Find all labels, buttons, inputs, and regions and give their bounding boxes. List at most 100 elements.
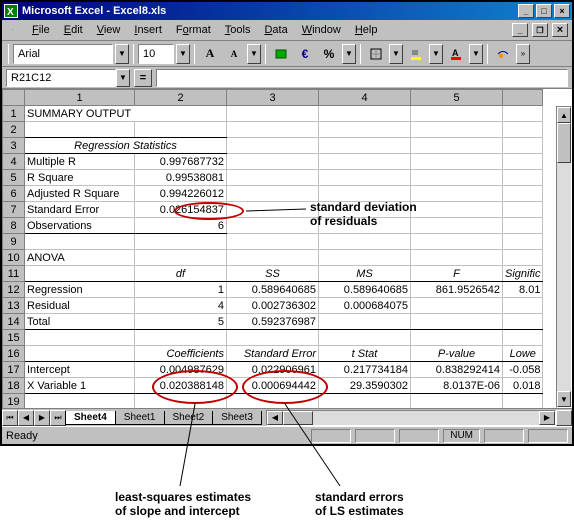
font-color-icon[interactable]: A — [445, 44, 467, 64]
cell[interactable]: Standard Error — [25, 202, 135, 218]
cell[interactable]: R Square — [25, 170, 135, 186]
menu-file[interactable]: File — [26, 22, 56, 38]
borders-dropdown-icon[interactable]: ▼ — [389, 44, 403, 64]
toolbar-overflow-icon[interactable]: » — [516, 44, 530, 64]
cell[interactable]: Coefficients — [135, 346, 227, 362]
row-header[interactable]: 2 — [3, 122, 25, 138]
scroll-down-icon[interactable]: ▼ — [557, 391, 571, 407]
close-button[interactable]: × — [554, 4, 570, 18]
sheet-tab[interactable]: Sheet4 — [65, 411, 116, 425]
menu-tools[interactable]: Tools — [219, 22, 257, 38]
cell[interactable]: 6 — [135, 218, 227, 234]
cell[interactable]: 0.592376987 — [227, 314, 319, 330]
percent-icon[interactable]: % — [318, 44, 340, 64]
cell[interactable]: 0.018 — [503, 378, 543, 394]
row-header[interactable]: 13 — [3, 298, 25, 314]
menu-help[interactable]: Help — [349, 22, 384, 38]
cell[interactable]: Total — [25, 314, 135, 330]
resize-grip-icon[interactable] — [556, 410, 572, 426]
row-header[interactable]: 9 — [3, 234, 25, 250]
font-grow-icon[interactable]: A — [199, 44, 221, 64]
tab-nav-last-icon[interactable]: ⏭ — [50, 410, 66, 426]
cell[interactable]: Observations — [25, 218, 135, 234]
cell[interactable]: 5 — [135, 314, 227, 330]
row-header[interactable]: 14 — [3, 314, 25, 330]
cell[interactable]: ANOVA — [25, 250, 135, 266]
grid[interactable]: 1 2 3 4 5 1 SUMMARY OUTPUT 2 3 Regressio… — [2, 89, 572, 408]
col-header[interactable] — [503, 90, 543, 106]
cell[interactable]: SS — [227, 266, 319, 282]
col-header[interactable]: 2 — [135, 90, 227, 106]
row-header[interactable]: 3 — [3, 138, 25, 154]
menu-data[interactable]: Data — [258, 22, 293, 38]
euro-icon[interactable]: € — [294, 44, 316, 64]
scroll-thumb[interactable] — [283, 411, 313, 425]
cell[interactable]: P-value — [411, 346, 503, 362]
cell[interactable]: 0.99538081 — [135, 170, 227, 186]
scroll-left-icon[interactable]: ◀ — [267, 411, 283, 425]
namebox-dropdown-icon[interactable]: ▼ — [116, 69, 130, 87]
scroll-right-icon[interactable]: ▶ — [539, 411, 555, 425]
cell[interactable]: Signific — [503, 266, 543, 282]
cell[interactable]: F — [411, 266, 503, 282]
scroll-thumb[interactable] — [557, 123, 571, 163]
cell[interactable]: Intercept — [25, 362, 135, 378]
col-header[interactable]: 3 — [227, 90, 319, 106]
formula-bar[interactable] — [156, 69, 568, 87]
drawing-toolbar-icon[interactable] — [492, 44, 514, 64]
doc-close-button[interactable]: × — [552, 23, 568, 37]
cell[interactable]: Adjusted R Square — [25, 186, 135, 202]
doc-minimize-button[interactable]: _ — [512, 23, 528, 37]
cell[interactable]: 0.000684075 — [319, 298, 411, 314]
cell[interactable]: 861.9526542 — [411, 282, 503, 298]
horizontal-scrollbar[interactable]: ◀ ▶ — [266, 410, 556, 426]
cell[interactable]: -0.058 — [503, 362, 543, 378]
sheet-tab[interactable]: Sheet2 — [164, 411, 214, 425]
row-header[interactable]: 18 — [3, 378, 25, 394]
font-shrink-icon[interactable]: A — [223, 44, 245, 64]
cell[interactable]: 8.0137E-06 — [411, 378, 503, 394]
cell[interactable]: 0.022906961 — [227, 362, 319, 378]
fill-color-icon[interactable] — [405, 44, 427, 64]
cell[interactable]: 0.026154837 — [135, 202, 227, 218]
cell[interactable]: X Variable 1 — [25, 378, 135, 394]
tab-nav-next-icon[interactable]: ▶ — [34, 410, 50, 426]
cell[interactable]: Lowe — [503, 346, 543, 362]
row-header[interactable]: 19 — [3, 394, 25, 409]
vertical-scrollbar[interactable]: ▲ ▼ — [556, 106, 572, 408]
select-all-corner[interactable] — [3, 90, 25, 106]
cell[interactable]: 0.997687732 — [135, 154, 227, 170]
cell[interactable]: MS — [319, 266, 411, 282]
cell[interactable]: 0.994226012 — [135, 186, 227, 202]
row-header[interactable]: 12 — [3, 282, 25, 298]
doc-restore-button[interactable]: ❐ — [532, 23, 548, 37]
minimize-button[interactable]: _ — [518, 4, 534, 18]
cell[interactable]: 0.002736302 — [227, 298, 319, 314]
cell[interactable]: Standard Error — [227, 346, 319, 362]
row-header[interactable]: 1 — [3, 106, 25, 122]
cell[interactable]: df — [135, 266, 227, 282]
cell[interactable]: 1 — [135, 282, 227, 298]
cell[interactable]: 0.000694442 — [227, 378, 319, 394]
menu-window[interactable]: Window — [296, 22, 347, 38]
row-header[interactable]: 7 — [3, 202, 25, 218]
row-header[interactable]: 11 — [3, 266, 25, 282]
row-header[interactable]: 17 — [3, 362, 25, 378]
menu-edit[interactable]: Edit — [58, 22, 89, 38]
row-header[interactable]: 6 — [3, 186, 25, 202]
maximize-button[interactable]: □ — [536, 4, 552, 18]
row-header[interactable]: 10 — [3, 250, 25, 266]
borders-icon[interactable] — [365, 44, 387, 64]
col-header[interactable]: 1 — [25, 90, 135, 106]
cell[interactable]: Regression — [25, 282, 135, 298]
menu-format[interactable]: Format — [170, 22, 217, 38]
cell[interactable]: 0.838292414 — [411, 362, 503, 378]
toolbar-more2-icon[interactable]: ▼ — [342, 44, 356, 64]
row-header[interactable]: 4 — [3, 154, 25, 170]
font-dropdown-icon[interactable]: ▼ — [115, 44, 129, 64]
menu-view[interactable]: View — [91, 22, 127, 38]
cell[interactable]: SUMMARY OUTPUT — [25, 106, 227, 122]
cell[interactable]: 8.01 — [503, 282, 543, 298]
equals-button[interactable]: = — [134, 69, 152, 87]
row-header[interactable]: 8 — [3, 218, 25, 234]
